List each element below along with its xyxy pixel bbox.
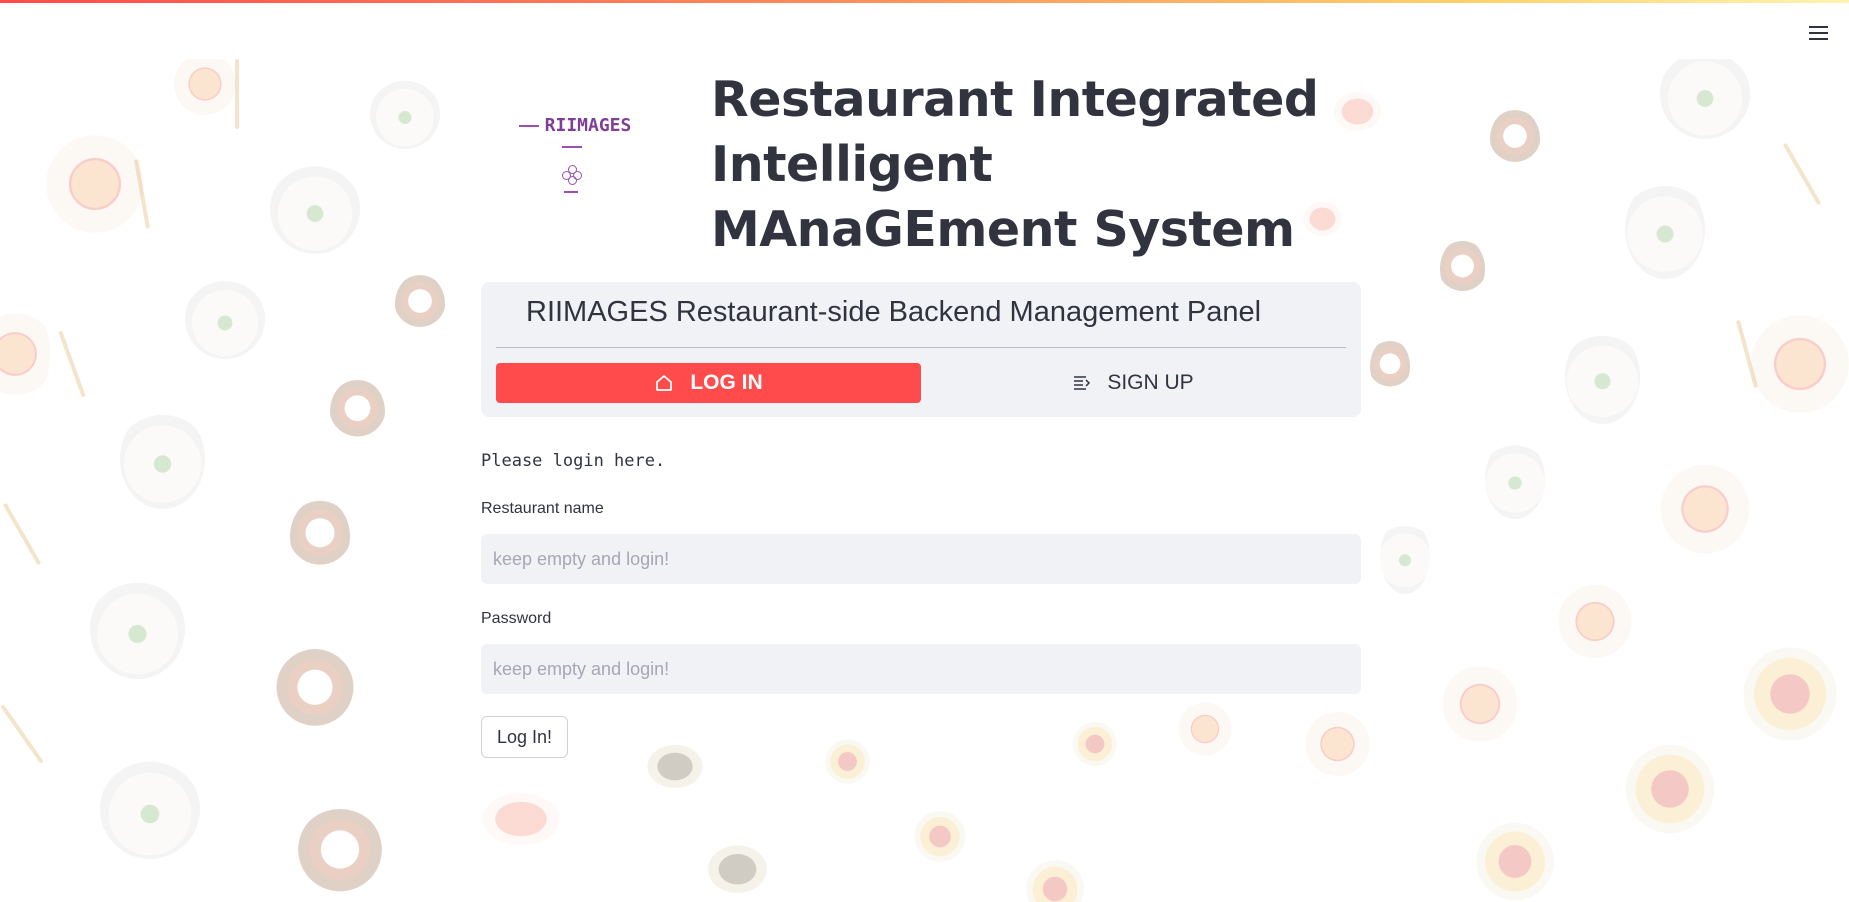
riimages-logo: RIIMAGES bbox=[507, 115, 637, 193]
restaurant-name-input[interactable] bbox=[481, 534, 1361, 584]
home-icon bbox=[654, 373, 674, 393]
tab-log-in[interactable]: LOG IN bbox=[496, 363, 921, 403]
panel-title: RIIMAGES Restaurant-side Backend Managem… bbox=[526, 296, 1262, 328]
auth-panel: RIIMAGES Restaurant-side Backend Managem… bbox=[481, 282, 1361, 417]
password-label: Password bbox=[481, 610, 552, 627]
top-decoration-bar bbox=[0, 0, 1849, 3]
logo-text: RIIMAGES bbox=[544, 115, 632, 136]
main-content: RIIMAGES Restaurant Integrated Intellige… bbox=[481, 59, 1361, 758]
tab-log-in-label: LOG IN bbox=[690, 371, 763, 394]
restaurant-name-label: Restaurant name bbox=[481, 500, 604, 517]
tab-sign-up[interactable]: SIGN UP bbox=[921, 363, 1346, 403]
login-intro-text: Please login here. bbox=[481, 451, 666, 471]
list-icon bbox=[1073, 375, 1091, 391]
password-input[interactable] bbox=[481, 644, 1361, 694]
tab-sign-up-label: SIGN UP bbox=[1107, 371, 1194, 394]
log-in-button[interactable]: Log In! bbox=[481, 716, 569, 758]
hamburger-menu-icon[interactable] bbox=[1805, 20, 1831, 46]
page-title: Restaurant Integrated Intelligent MAnaGE… bbox=[711, 71, 1319, 258]
panel-divider bbox=[496, 347, 1346, 348]
flower-logo-icon bbox=[561, 165, 583, 193]
header: RIIMAGES Restaurant Integrated Intellige… bbox=[481, 59, 1361, 279]
